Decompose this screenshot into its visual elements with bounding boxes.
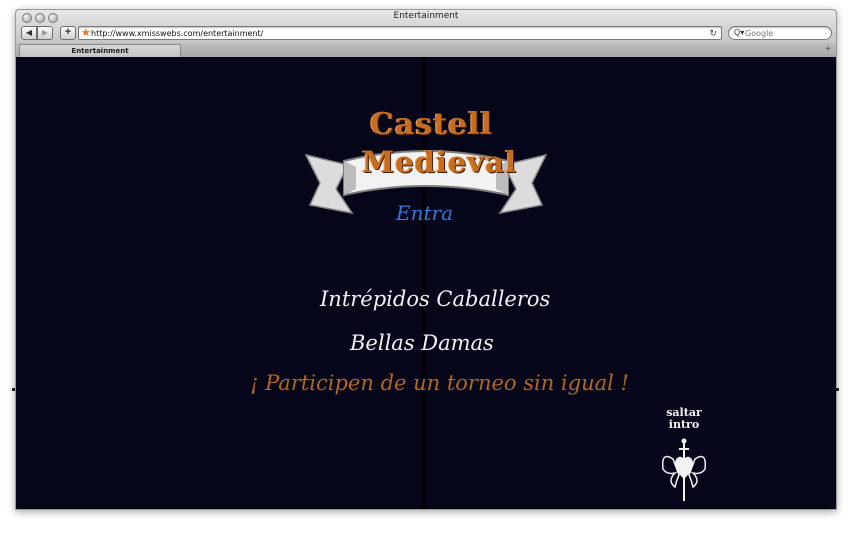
enter-link[interactable]: Entra [396, 201, 453, 225]
window-title: Entertainment [393, 11, 459, 21]
skip-intro-button[interactable]: saltar intro [659, 407, 709, 501]
forward-button[interactable]: ▶ [37, 26, 53, 40]
browser-chrome: Entertainment ◀ ▶ + ★ http://www.xmisswe… [16, 10, 836, 57]
add-bookmark-button[interactable]: + [60, 26, 76, 40]
reload-icon[interactable]: ↻ [709, 27, 717, 39]
new-tab-button[interactable]: + [825, 43, 831, 56]
search-field[interactable]: Q▾ [728, 26, 832, 40]
logo-medieval: Medieval [362, 145, 517, 179]
back-button[interactable]: ◀ [21, 26, 37, 40]
toolbar: ◀ ▶ + ★ http://www.xmisswebs.com/enterta… [16, 25, 836, 43]
browser-window: Entertainment ◀ ▶ + ★ http://www.xmisswe… [15, 9, 837, 510]
tagline-tournament: ¡ Participen de un torneo sin igual ! [250, 371, 629, 395]
logo-castell: Castell [370, 107, 493, 142]
magnifier-icon[interactable]: Q▾ [734, 27, 744, 39]
star-icon: ★ [81, 27, 91, 39]
edge-mark-right [836, 388, 839, 391]
edge-mark-left [12, 388, 15, 391]
address-text[interactable]: http://www.xmisswebs.com/entertainment/ [91, 28, 263, 39]
heart-sword-wings-icon [661, 438, 707, 501]
tab-label: Entertainment [71, 47, 129, 55]
tab-entertainment[interactable]: Entertainment [19, 44, 181, 57]
address-bar[interactable]: ★ http://www.xmisswebs.com/entertainment… [78, 26, 722, 40]
search-input[interactable] [745, 27, 829, 39]
tab-bar: Entertainment + [16, 43, 836, 57]
title-bar: Entertainment [16, 10, 836, 25]
skip-label-line2: intro [668, 418, 700, 431]
tagline-knights: Intrépidos Caballeros [320, 287, 551, 311]
tagline-ladies: Bellas Damas [350, 331, 494, 355]
page-content: Castell Medieval Entra Intrépidos Caball… [16, 57, 836, 509]
